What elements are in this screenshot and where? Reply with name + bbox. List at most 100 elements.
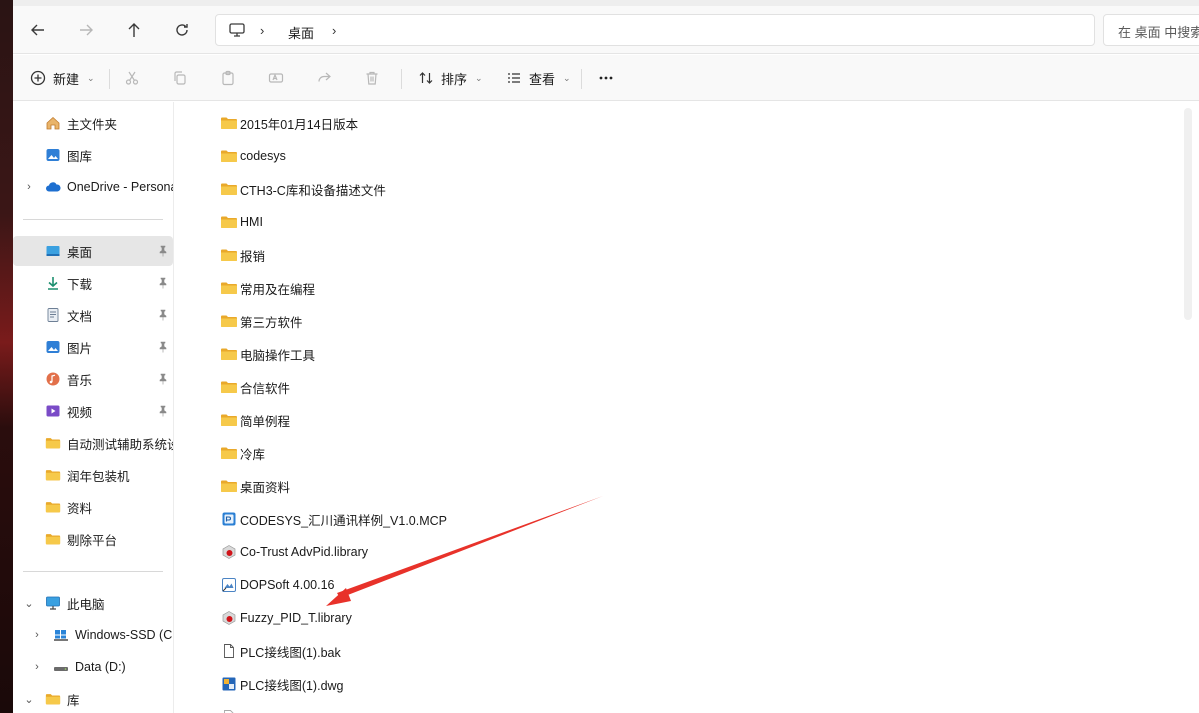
- list-item[interactable]: 简单例程: [220, 408, 290, 432]
- folder-icon: [45, 502, 61, 513]
- list-item[interactable]: HMI: [220, 210, 263, 234]
- breadcrumb-chevron-icon[interactable]: ›: [260, 23, 264, 38]
- list-item[interactable]: 2015年01月14日版本: [220, 111, 358, 135]
- chevron-down-icon[interactable]: ⌄: [23, 597, 35, 610]
- file-name: CODESYS_汇川通讯样例_V1.0.MCP: [240, 513, 447, 528]
- file-name: DOPSoft 4.00.16: [240, 578, 335, 592]
- sidebar-item-onedrive[interactable]: › OneDrive - Personal: [13, 172, 173, 202]
- sidebar-item-library[interactable]: ⌄ 库: [13, 684, 173, 713]
- back-button[interactable]: [23, 16, 53, 44]
- breadcrumb-desktop[interactable]: 桌面: [288, 23, 314, 42]
- sidebar-item-folder[interactable]: 润年包装机: [13, 460, 173, 490]
- list-item[interactable]: CTH3-C库和设备描述文件: [220, 177, 386, 201]
- list-item[interactable]: codesys: [220, 144, 286, 168]
- pin-icon[interactable]: [157, 277, 169, 289]
- list-item[interactable]: CODESYS_汇川通讯样例_V1.0.MCP: [220, 507, 447, 531]
- chevron-down-icon: ⌄: [563, 72, 571, 83]
- folder-icon: [220, 477, 238, 495]
- sidebar-item-downloads[interactable]: 下载: [13, 268, 173, 298]
- music-icon: [46, 372, 60, 386]
- list-item[interactable]: Fuzzy_PID_T.library: [220, 606, 352, 630]
- file-name: 简单例程: [240, 414, 291, 429]
- list-item[interactable]: 冷库: [220, 441, 265, 465]
- folder-icon: [220, 444, 238, 462]
- sidebar-item-documents[interactable]: 文档: [13, 300, 173, 330]
- address-bar[interactable]: › 桌面 ›: [215, 14, 1095, 46]
- pin-icon[interactable]: [157, 405, 169, 417]
- list-item[interactable]: 常用及在编程: [220, 276, 315, 300]
- sidebar-item-home[interactable]: 主文件夹: [13, 108, 173, 138]
- share-button[interactable]: [315, 65, 333, 91]
- file-name: Co-Trust AdvPid.library: [240, 545, 369, 559]
- list-item[interactable]: 第三方软件: [220, 309, 303, 333]
- file-name: Fuzzy_PID_T.library: [240, 611, 352, 625]
- folder-icon: [45, 694, 61, 705]
- list-item[interactable]: 桌面资料: [220, 474, 290, 498]
- chevron-right-icon[interactable]: ›: [31, 629, 43, 641]
- list-item-partial[interactable]: [220, 705, 238, 713]
- breadcrumb-chevron-icon[interactable]: ›: [332, 23, 336, 38]
- list-item[interactable]: 报销: [220, 243, 265, 267]
- list-item[interactable]: PLC接线图(1).dwg: [220, 672, 344, 696]
- sidebar-item-label: Windows-SSD (C:): [75, 628, 173, 642]
- pin-icon[interactable]: [157, 309, 169, 321]
- chevron-right-icon[interactable]: ›: [31, 661, 43, 673]
- sidebar-item-label: Data (D:): [75, 660, 126, 674]
- delete-button[interactable]: [363, 65, 381, 91]
- new-button[interactable]: 新建 ⌄: [29, 65, 95, 91]
- address-row: › 桌面 › 在 桌面 中搜索: [13, 6, 1199, 54]
- home-icon: [46, 116, 60, 130]
- chevron-down-icon[interactable]: ⌄: [23, 693, 35, 706]
- more-options-button[interactable]: [597, 65, 615, 91]
- list-item[interactable]: 电脑操作工具: [220, 342, 315, 366]
- folder-icon: [220, 180, 238, 198]
- search-input[interactable]: 在 桌面 中搜索: [1103, 14, 1199, 46]
- scrollbar-thumb[interactable]: [1184, 108, 1192, 320]
- list-item[interactable]: 合信软件: [220, 375, 290, 399]
- sidebar-item-gallery[interactable]: 图库: [13, 140, 173, 170]
- sidebar-item-label: 文档: [67, 309, 93, 324]
- pin-icon[interactable]: [157, 373, 169, 385]
- file-name: PLC接线图(1).bak: [240, 645, 341, 660]
- folder-icon: [220, 378, 238, 396]
- sidebar-item-pictures[interactable]: 图片: [13, 332, 173, 362]
- command-bar: 新建 ⌄ 排序 ⌄ 查看 ⌄: [13, 55, 1199, 101]
- forward-button[interactable]: [71, 16, 101, 44]
- file-icon: [220, 642, 238, 660]
- sidebar-item-label: 图片: [67, 341, 93, 356]
- sidebar-item-folder[interactable]: 自动测试辅助系统设计: [13, 428, 173, 458]
- chevron-down-icon: ⌄: [475, 72, 483, 83]
- sidebar-item-folder[interactable]: 资料: [13, 492, 173, 522]
- rename-button[interactable]: [267, 65, 285, 91]
- folder-icon: [45, 470, 61, 481]
- sidebar-item-videos[interactable]: 视频: [13, 396, 173, 426]
- list-item[interactable]: Co-Trust AdvPid.library: [220, 540, 368, 564]
- chevron-right-icon[interactable]: ›: [23, 181, 35, 193]
- refresh-button[interactable]: [167, 16, 197, 44]
- sidebar-item-label: 资料: [67, 501, 93, 516]
- drive-icon: [54, 667, 68, 671]
- sidebar-item-drive-d[interactable]: › Data (D:): [13, 652, 173, 682]
- vertical-scrollbar[interactable]: [1177, 102, 1199, 713]
- paste-button[interactable]: [219, 65, 237, 91]
- sidebar-divider: [23, 571, 163, 572]
- cut-button[interactable]: [123, 65, 141, 91]
- sidebar-item-drive-c[interactable]: › Windows-SSD (C:): [13, 620, 173, 650]
- sidebar-item-label: 音乐: [67, 373, 93, 388]
- view-button[interactable]: 查看 ⌄: [505, 65, 571, 91]
- list-item[interactable]: DOPSoft 4.00.16: [220, 573, 335, 597]
- up-button[interactable]: [119, 16, 149, 44]
- sidebar-item-music[interactable]: 音乐: [13, 364, 173, 394]
- file-list: 2015年01月14日版本 codesys CTH3-C库和设备描述文件 HMI…: [173, 102, 1177, 713]
- plus-circle-icon: [29, 69, 47, 87]
- pin-icon[interactable]: [157, 341, 169, 353]
- pin-icon[interactable]: [157, 245, 169, 257]
- chevron-down-icon: ⌄: [87, 72, 95, 83]
- copy-button[interactable]: [171, 65, 189, 91]
- sidebar-item-this-pc[interactable]: ⌄ 此电脑: [13, 588, 173, 618]
- list-item[interactable]: PLC接线图(1).bak: [220, 639, 341, 663]
- file-name: HMI: [240, 215, 263, 229]
- sidebar-item-desktop[interactable]: 桌面: [13, 236, 173, 266]
- sort-button[interactable]: 排序 ⌄: [417, 65, 483, 91]
- sidebar-item-folder[interactable]: 剔除平台: [13, 524, 173, 554]
